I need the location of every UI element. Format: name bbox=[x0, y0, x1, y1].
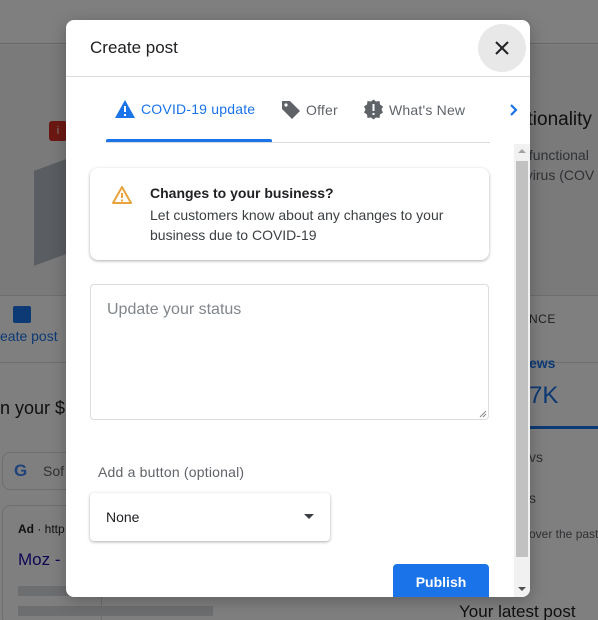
dialog-content: Changes to your business? Let customers … bbox=[66, 144, 514, 597]
scrollbar-thumb[interactable] bbox=[516, 161, 528, 557]
button-type-select[interactable]: None bbox=[90, 493, 330, 541]
publish-button[interactable]: Publish bbox=[393, 564, 489, 597]
dialog-title: Create post bbox=[90, 38, 178, 57]
tab-label: COVID-19 update bbox=[141, 101, 256, 117]
close-button[interactable] bbox=[478, 24, 526, 72]
scroll-up-arrow-icon[interactable] bbox=[518, 149, 526, 153]
dropdown-arrow-icon bbox=[304, 514, 314, 519]
preview-button[interactable]: Preview bbox=[306, 590, 382, 597]
active-tab-indicator bbox=[106, 139, 272, 142]
tab-covid-update[interactable]: COVID-19 update bbox=[114, 99, 255, 119]
warning-icon bbox=[112, 186, 132, 204]
scroll-down-arrow-icon[interactable] bbox=[518, 587, 526, 591]
dialog-header: Create post bbox=[66, 20, 530, 77]
status-input[interactable] bbox=[91, 285, 488, 419]
resize-handle-icon[interactable] bbox=[479, 410, 487, 418]
create-post-dialog: Create post COVID-19 update Offer What's… bbox=[66, 20, 530, 597]
new-badge-icon bbox=[364, 99, 383, 120]
dialog-scrollbar[interactable] bbox=[514, 144, 530, 597]
info-card-title: Changes to your business? bbox=[150, 185, 334, 201]
post-type-tabs: COVID-19 update Offer What's New bbox=[66, 77, 530, 143]
covid-info-card: Changes to your business? Let customers … bbox=[90, 168, 489, 260]
select-value: None bbox=[106, 509, 140, 525]
tabs-divider bbox=[106, 142, 490, 143]
close-icon bbox=[495, 41, 509, 55]
chevron-right-icon bbox=[510, 104, 518, 116]
tab-label: Offer bbox=[306, 101, 338, 118]
tab-whats-new[interactable]: What's New bbox=[363, 99, 465, 120]
warning-triangle-icon bbox=[115, 100, 135, 118]
tabs-next-button[interactable] bbox=[504, 99, 524, 121]
tag-icon bbox=[282, 101, 300, 119]
add-button-label: Add a button (optional) bbox=[98, 464, 245, 480]
tab-offer[interactable]: Offer bbox=[280, 99, 338, 120]
status-field-container bbox=[90, 284, 489, 420]
tab-label: What's New bbox=[389, 101, 466, 118]
info-card-body: Let customers know about any changes to … bbox=[150, 207, 444, 243]
